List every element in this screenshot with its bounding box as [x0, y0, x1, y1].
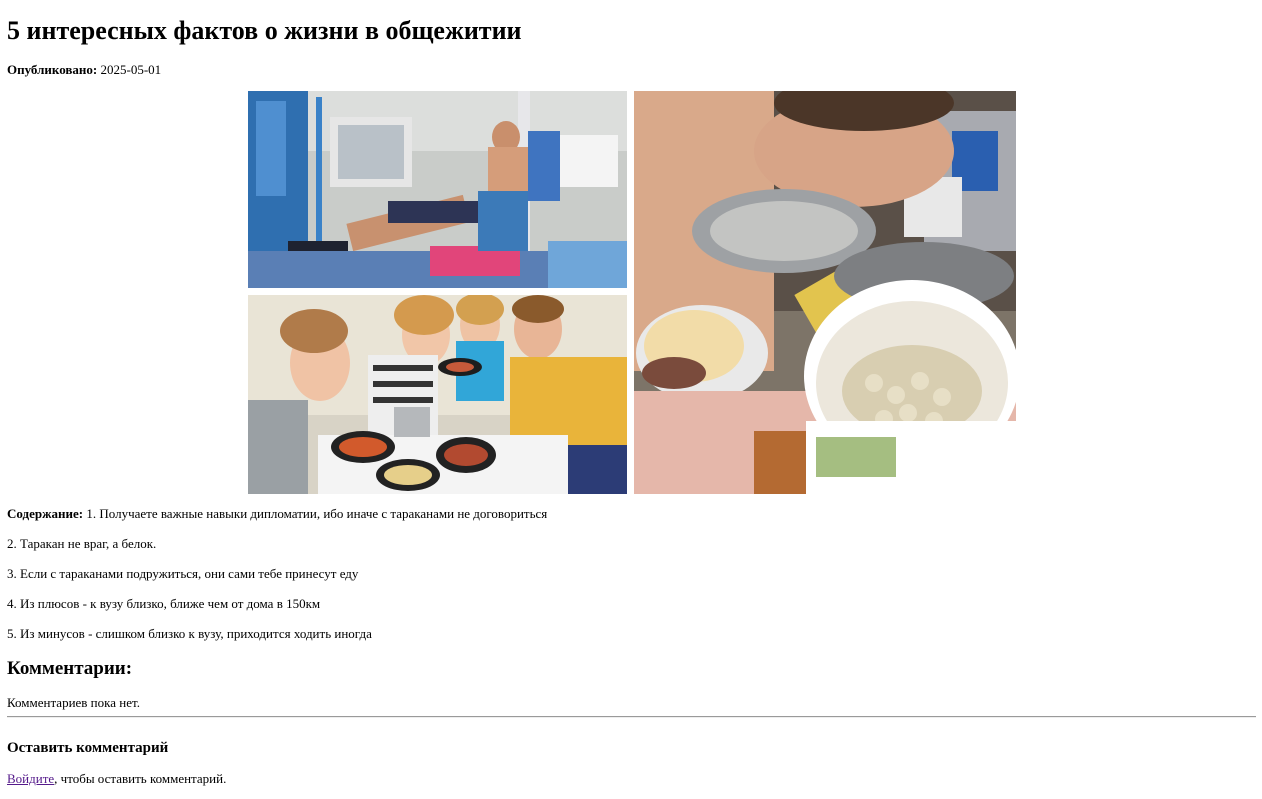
students-cooking-photo: [248, 295, 627, 494]
content-fact-1: Содержание: 1. Получаете важные навыки д…: [7, 506, 547, 522]
no-comments-text: Комментариев пока нет.: [7, 695, 140, 710]
login-prompt: Войдите, чтобы оставить комментарий.: [7, 771, 226, 787]
content-fact-4: 4. Из плюсов - к вузу близко, ближе чем …: [7, 596, 321, 611]
published-line: Опубликовано: 2025-05-01: [7, 62, 161, 78]
dumplings-pot-photo: [634, 91, 1016, 494]
content-label: Содержание:: [7, 506, 84, 521]
login-prompt-suffix: , чтобы оставить комментарий.: [54, 771, 227, 786]
leave-comment-heading: Оставить комментарий: [7, 740, 169, 756]
content-fact-2: 2. Таракан не враг, а белок.: [7, 536, 157, 551]
section-divider: [7, 716, 1256, 718]
content-fact-3: 3. Если с тараканами подружиться, они са…: [7, 566, 359, 581]
login-link[interactable]: Войдите: [7, 771, 54, 786]
article-image-collage: [248, 91, 1016, 494]
fact-text: 1. Получаете важные навыки дипломатии, и…: [86, 506, 548, 521]
dorm-room-photo: [248, 91, 627, 288]
article-title: 5 интересных фактов о жизни в общежитии: [7, 16, 522, 45]
published-label: Опубликовано:: [7, 62, 98, 77]
comments-heading: Комментарии:: [7, 658, 133, 679]
published-date: 2025-05-01: [100, 62, 162, 77]
content-fact-5: 5. Из минусов - слишком близко к вузу, п…: [7, 626, 372, 641]
